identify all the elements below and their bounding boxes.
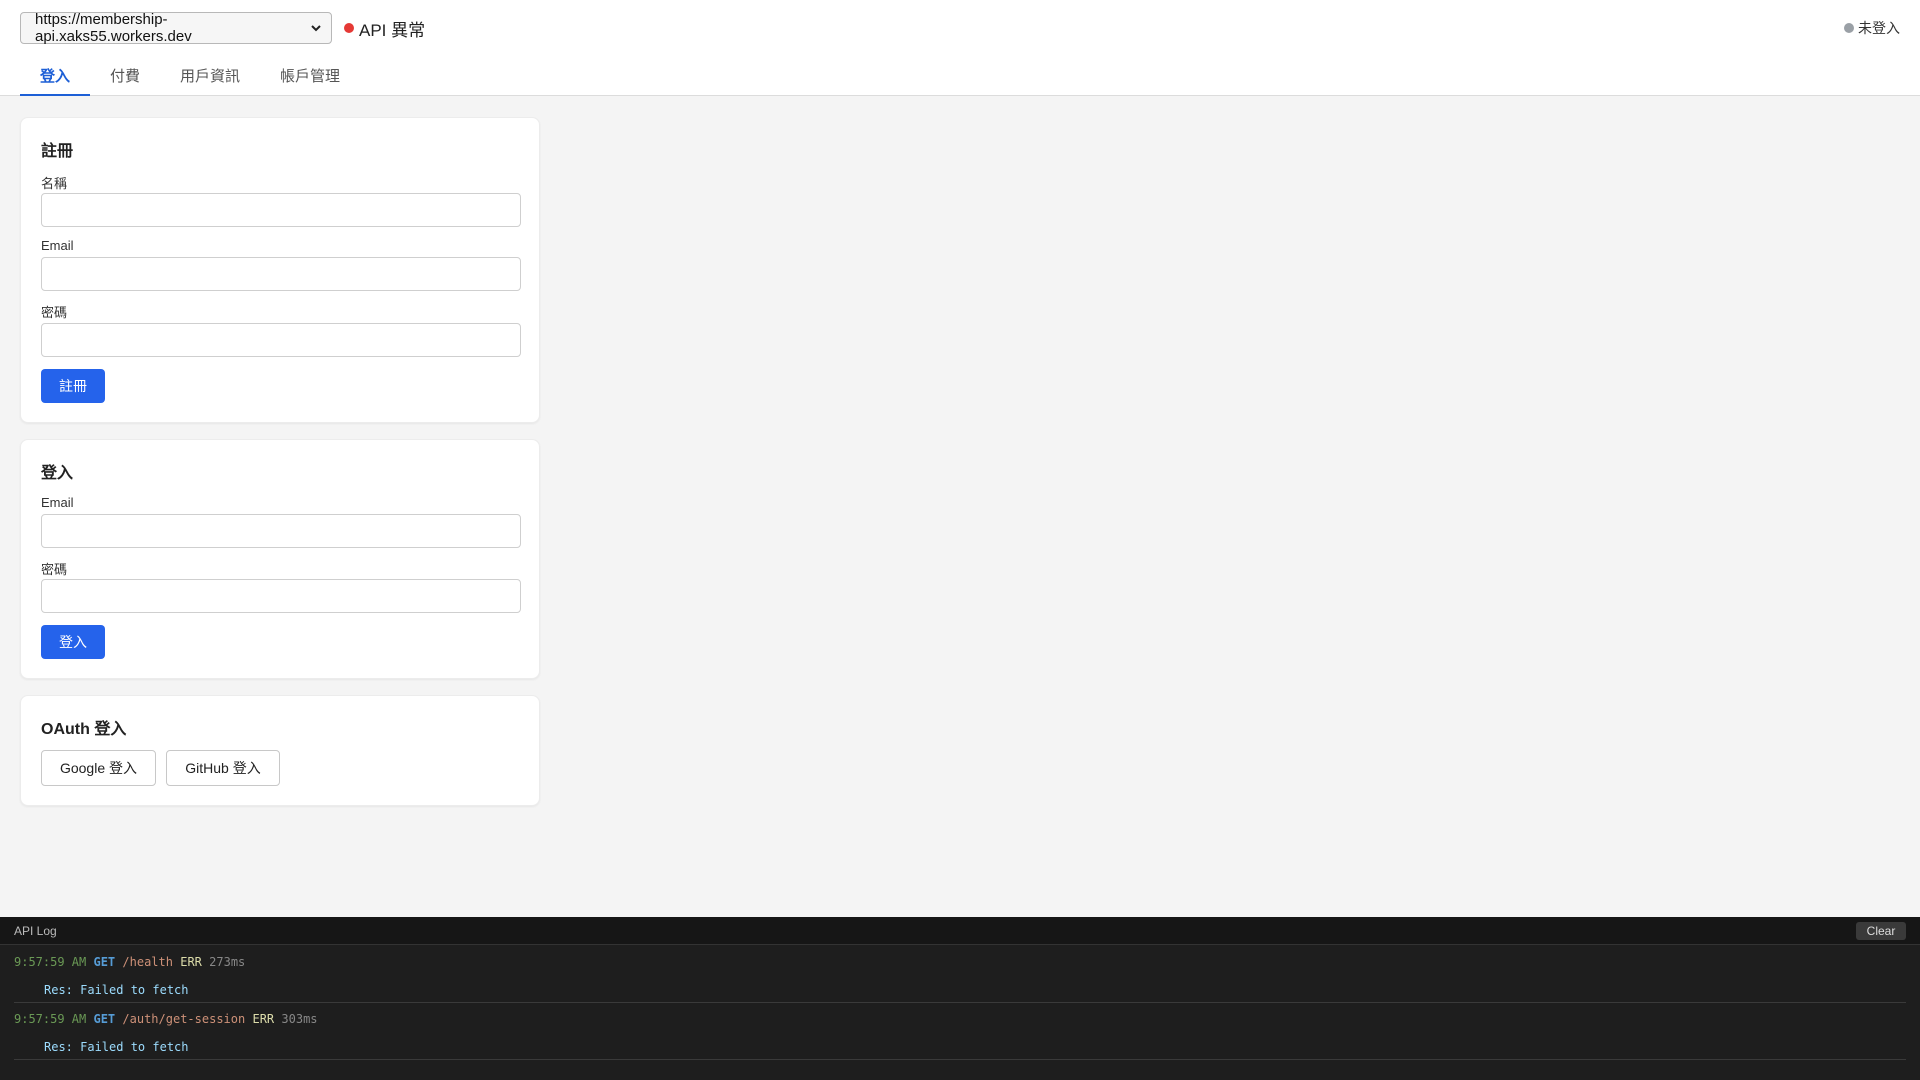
log-status: ERR (252, 1012, 275, 1026)
tab-user-info-label: 用戶資訊 (180, 68, 241, 85)
log-method: GET (93, 955, 116, 969)
tab-account-management[interactable]: 帳戶管理 (260, 60, 360, 96)
log-duration: 303ms (281, 1012, 318, 1026)
oauth-title: OAuth 登入 (41, 721, 127, 738)
api-log-panel: API Log Clear 9:57:59 AM GET /health ERR… (0, 917, 1920, 1080)
api-status-indicator: API 異常 (344, 17, 426, 40)
log-duration: 273ms (209, 955, 246, 969)
endpoint-select-value: https://membership-api.xaks55.workers.de… (35, 11, 192, 45)
clear-log-button[interactable]: Clear (1856, 922, 1906, 940)
oauth-card: OAuth 登入 Google 登入 GitHub 登入 (20, 695, 540, 806)
tab-payment[interactable]: 付費 (90, 60, 160, 96)
login-button[interactable]: 登入 (41, 625, 105, 659)
log-time: 9:57:59 AM (14, 1012, 87, 1026)
log-path: /health (122, 955, 173, 969)
log-method: GET (93, 1012, 116, 1026)
top-header: https://membership-api.xaks55.workers.de… (0, 0, 1920, 96)
log-response: Res: Failed to fetch (44, 1040, 189, 1054)
log-status: ERR (180, 955, 202, 969)
api-log-header: API Log Clear (0, 917, 1920, 945)
log-request-line: 9:57:59 AM GET /health ERR 273ms (14, 955, 245, 969)
github-login-button[interactable]: GitHub 登入 (166, 750, 280, 786)
status-dot-icon (344, 23, 354, 33)
log-response: Res: Failed to fetch (44, 983, 189, 997)
google-login-button[interactable]: Google 登入 (41, 750, 156, 786)
register-button[interactable]: 註冊 (41, 369, 105, 403)
log-entry: 9:57:59 AM GET /auth/get-session ERR 303… (14, 1003, 1906, 1060)
name-label: 名稱 (41, 176, 68, 191)
endpoint-select[interactable]: https://membership-api.xaks55.workers.de… (20, 11, 332, 45)
register-name-input[interactable] (41, 193, 521, 227)
tab-login[interactable]: 登入 (20, 60, 91, 96)
log-request-line: 9:57:59 AM GET /auth/get-session ERR 303… (14, 1012, 318, 1026)
tab-account-management-label: 帳戶管理 (280, 68, 341, 85)
register-title: 註冊 (41, 143, 74, 160)
log-path: /auth/get-session (122, 1012, 246, 1026)
login-email-input[interactable] (41, 514, 521, 548)
tab-user-info[interactable]: 用戶資訊 (160, 60, 260, 96)
chevron-down-icon (311, 25, 321, 32)
tab-bar: 登入 付費 用戶資訊 帳戶管理 (20, 60, 360, 96)
login-status-label: 未登入 (1858, 20, 1900, 36)
login-status-indicator: 未登入 (1844, 18, 1900, 38)
login-password-input[interactable] (41, 579, 521, 613)
password-label: 密碼 (41, 305, 68, 320)
login-card: 登入 Email 密碼 登入 (20, 439, 540, 679)
log-time: 9:57:59 AM (14, 955, 87, 969)
api-log-title: API Log (14, 924, 57, 938)
login-status-dot-icon (1844, 23, 1854, 33)
log-entry: 9:57:59 AM GET /health ERR 273ms Res: Fa… (14, 946, 1906, 1003)
login-email-label: Email (41, 495, 74, 510)
register-password-input[interactable] (41, 323, 521, 357)
register-card: 註冊 名稱 Email 密碼 註冊 (20, 117, 540, 423)
login-password-label: 密碼 (41, 562, 68, 577)
api-status-label: API 異常 (359, 20, 426, 40)
login-title: 登入 (41, 465, 74, 482)
register-email-input[interactable] (41, 257, 521, 291)
tab-payment-label: 付費 (110, 68, 141, 85)
email-label: Email (41, 238, 74, 253)
tab-login-label: 登入 (40, 68, 71, 85)
